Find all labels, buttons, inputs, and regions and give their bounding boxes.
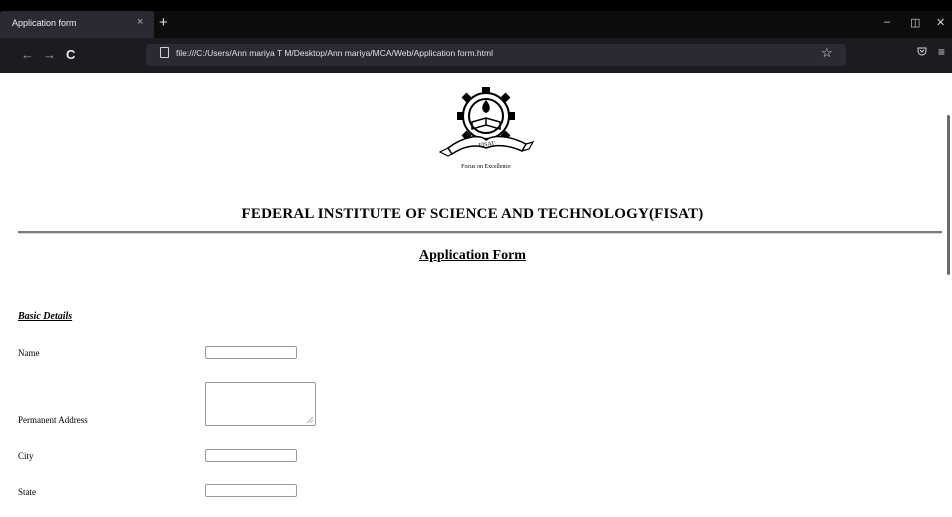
restore-icon[interactable]: ◫: [910, 16, 920, 29]
resize-grip-icon[interactable]: [306, 416, 314, 424]
city-input[interactable]: [205, 449, 297, 462]
logo-banner-text: FISAT: [479, 141, 496, 149]
city-label: City: [18, 451, 34, 461]
logo-caption: Focus on Excellence: [461, 164, 511, 170]
reload-icon[interactable]: C: [66, 47, 75, 62]
tab-strip: Application form × + – ◫ ✕: [0, 11, 952, 38]
menu-icon[interactable]: ≡: [938, 45, 945, 59]
close-window-icon[interactable]: ✕: [936, 16, 945, 29]
window-top-edge: [0, 0, 952, 11]
section-heading-basic-details: Basic Details: [18, 311, 73, 322]
name-input[interactable]: [205, 346, 297, 359]
page-content: FISAT Focus on Excellence FEDERAL INSTIT…: [0, 73, 945, 517]
navigation-toolbar: ← → C file:///C:/Users/Ann mariya T M/De…: [0, 38, 952, 73]
form-title: Application Form: [419, 248, 526, 263]
pocket-icon[interactable]: [917, 46, 927, 59]
address-bar[interactable]: file:///C:/Users/Ann mariya T M/Desktop/…: [146, 44, 846, 66]
bookmark-star-icon[interactable]: ☆: [821, 45, 833, 61]
tab-title: Application form: [12, 18, 77, 28]
header-divider: [18, 231, 942, 234]
forward-arrow-icon[interactable]: →: [43, 47, 56, 62]
address-bar-url[interactable]: file:///C:/Users/Ann mariya T M/Desktop/…: [176, 48, 493, 58]
state-label: State: [18, 487, 36, 497]
permanent-address-textarea[interactable]: [205, 382, 316, 426]
page-scrollbar[interactable]: [945, 73, 952, 517]
tab-application-form[interactable]: Application form ×: [0, 11, 154, 38]
file-page-icon: [160, 47, 169, 58]
institute-name: FEDERAL INSTITUTE OF SCIENCE AND TECHNOL…: [241, 206, 704, 222]
fisat-logo: FISAT Focus on Excellence: [434, 82, 538, 174]
new-tab-button[interactable]: +: [159, 14, 168, 31]
name-label: Name: [18, 348, 40, 358]
scrollbar-thumb[interactable]: [947, 115, 950, 275]
state-input[interactable]: [205, 484, 297, 497]
minimize-icon[interactable]: –: [884, 16, 890, 28]
permanent-address-label: Permanent Address: [18, 415, 88, 425]
tab-close-icon[interactable]: ×: [137, 16, 143, 28]
back-arrow-icon[interactable]: ←: [21, 47, 34, 62]
